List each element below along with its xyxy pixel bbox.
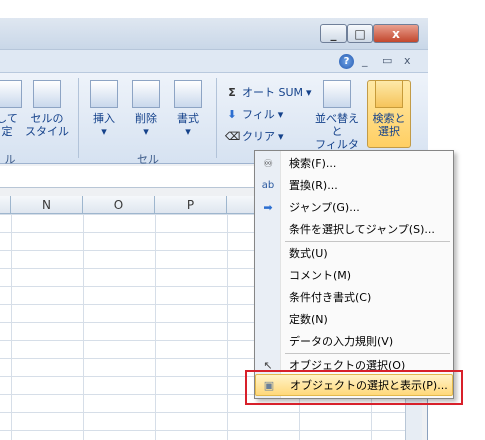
find-select-label-1: 検索と — [372, 112, 406, 125]
column-header-p[interactable]: P — [155, 196, 227, 214]
delete-label: 削除 — [135, 112, 157, 125]
find-select-button[interactable]: 検索と 選択 — [367, 80, 411, 138]
format-button[interactable]: 書式 ▾ — [170, 80, 206, 138]
chevron-down-icon: ▾ — [306, 85, 312, 99]
insert-label: 挿入 — [93, 112, 115, 125]
workbook-minimize-button[interactable]: _ — [362, 54, 368, 67]
replace-icon: ab — [261, 179, 275, 191]
menu-item-replace[interactable]: ab 置換(R)... — [255, 174, 453, 196]
styles-group-label: ル — [4, 153, 16, 166]
menu-item-label: 条件を選択してジャンプ(S)... — [289, 223, 435, 236]
highlight-annotation-box — [245, 370, 463, 405]
menu-item-goto-special[interactable]: 条件を選択してジャンプ(S)... — [255, 218, 453, 240]
group-separator — [78, 78, 79, 158]
menu-item-data-validation[interactable]: データの入力規則(V) — [255, 330, 453, 352]
menu-item-label: ジャンプ(G)... — [289, 201, 360, 214]
chevron-down-icon: ▾ — [278, 129, 284, 143]
column-header[interactable] — [0, 196, 11, 214]
clear-label: クリア — [242, 130, 275, 143]
menu-item-label: 数式(U) — [289, 247, 328, 260]
cell-styles-label-1: セルの — [30, 112, 64, 125]
format-cells-icon — [174, 80, 202, 108]
insert-button[interactable]: 挿入 ▾ — [86, 80, 122, 138]
format-label: 書式 — [177, 112, 199, 125]
cell-styles-button[interactable]: セルの スタイル — [24, 80, 70, 138]
menu-item-label: 検索(F)... — [289, 157, 337, 170]
menu-item-constants[interactable]: 定数(N) — [255, 308, 453, 330]
chevron-down-icon: ▾ — [185, 125, 191, 138]
delete-button[interactable]: 削除 ▾ — [128, 80, 164, 138]
cell-styles-label-2: スタイル — [25, 125, 69, 138]
sort-filter-button[interactable]: 並べ替えと フィルタ — [312, 80, 362, 151]
workbook-close-button[interactable]: x — [404, 54, 411, 67]
delete-cells-icon — [132, 80, 160, 108]
eraser-icon: ⌫ — [225, 129, 241, 143]
sigma-icon: Σ — [228, 85, 236, 99]
arrow-right-icon: ➡ — [263, 200, 273, 214]
workbook-restore-button[interactable]: ▭ — [382, 54, 392, 67]
insert-cells-icon — [90, 80, 118, 108]
menu-item-goto[interactable]: ➡ ジャンプ(G)... — [255, 196, 453, 218]
menu-item-find[interactable]: ♾ 検索(F)... — [255, 152, 453, 174]
chevron-down-icon: ▾ — [101, 125, 107, 138]
format-as-table-button[interactable]: して 定 — [0, 80, 22, 138]
find-select-menu: ♾ 検索(F)... ab 置換(R)... ➡ ジャンプ(G)... 条件を選… — [254, 150, 454, 399]
format-as-table-label-1: して — [0, 112, 18, 125]
chevron-down-icon: ▾ — [143, 125, 149, 138]
cell-styles-icon — [33, 80, 61, 108]
find-select-label-2: 選択 — [378, 125, 400, 138]
chevron-down-icon: ▾ — [277, 107, 284, 121]
menu-item-label: 定数(N) — [289, 313, 328, 326]
fill-label: フィル — [242, 108, 275, 121]
help-icon[interactable]: ? — [339, 54, 354, 69]
column-header-o[interactable]: O — [83, 196, 155, 214]
maximize-button[interactable]: □ — [347, 24, 373, 43]
menu-item-formulas[interactable]: 数式(U) — [255, 242, 453, 264]
sort-filter-label-1: 並べ替えと — [315, 112, 359, 138]
fill-button[interactable]: ⬇ フィル ▾ — [225, 106, 283, 122]
table-style-icon — [0, 80, 22, 108]
binoculars-icon: ♾ — [263, 156, 273, 170]
menu-item-comments[interactable]: コメント(M) — [255, 264, 453, 286]
sort-filter-icon — [323, 80, 351, 108]
menu-item-label: データの入力規則(V) — [289, 335, 394, 348]
minimize-button[interactable]: _ — [320, 24, 347, 43]
column-header-n[interactable]: N — [11, 196, 83, 214]
clear-button[interactable]: ⌫ クリア ▾ — [225, 128, 284, 144]
binoculars-icon — [375, 80, 403, 108]
group-separator — [216, 78, 217, 158]
format-as-table-label-2: 定 — [1, 125, 13, 138]
menu-item-label: 条件付き書式(C) — [289, 291, 372, 304]
menu-item-conditional-formatting[interactable]: 条件付き書式(C) — [255, 286, 453, 308]
autosum-label: オート SUM — [242, 86, 304, 99]
close-button[interactable]: x — [373, 24, 419, 43]
cells-group-label: セル — [137, 153, 159, 166]
menu-item-label: 置換(R)... — [289, 179, 338, 192]
autosum-button[interactable]: Σ オート SUM ▾ — [225, 84, 312, 100]
fill-down-icon: ⬇ — [227, 107, 237, 121]
menu-item-label: コメント(M) — [289, 269, 352, 282]
